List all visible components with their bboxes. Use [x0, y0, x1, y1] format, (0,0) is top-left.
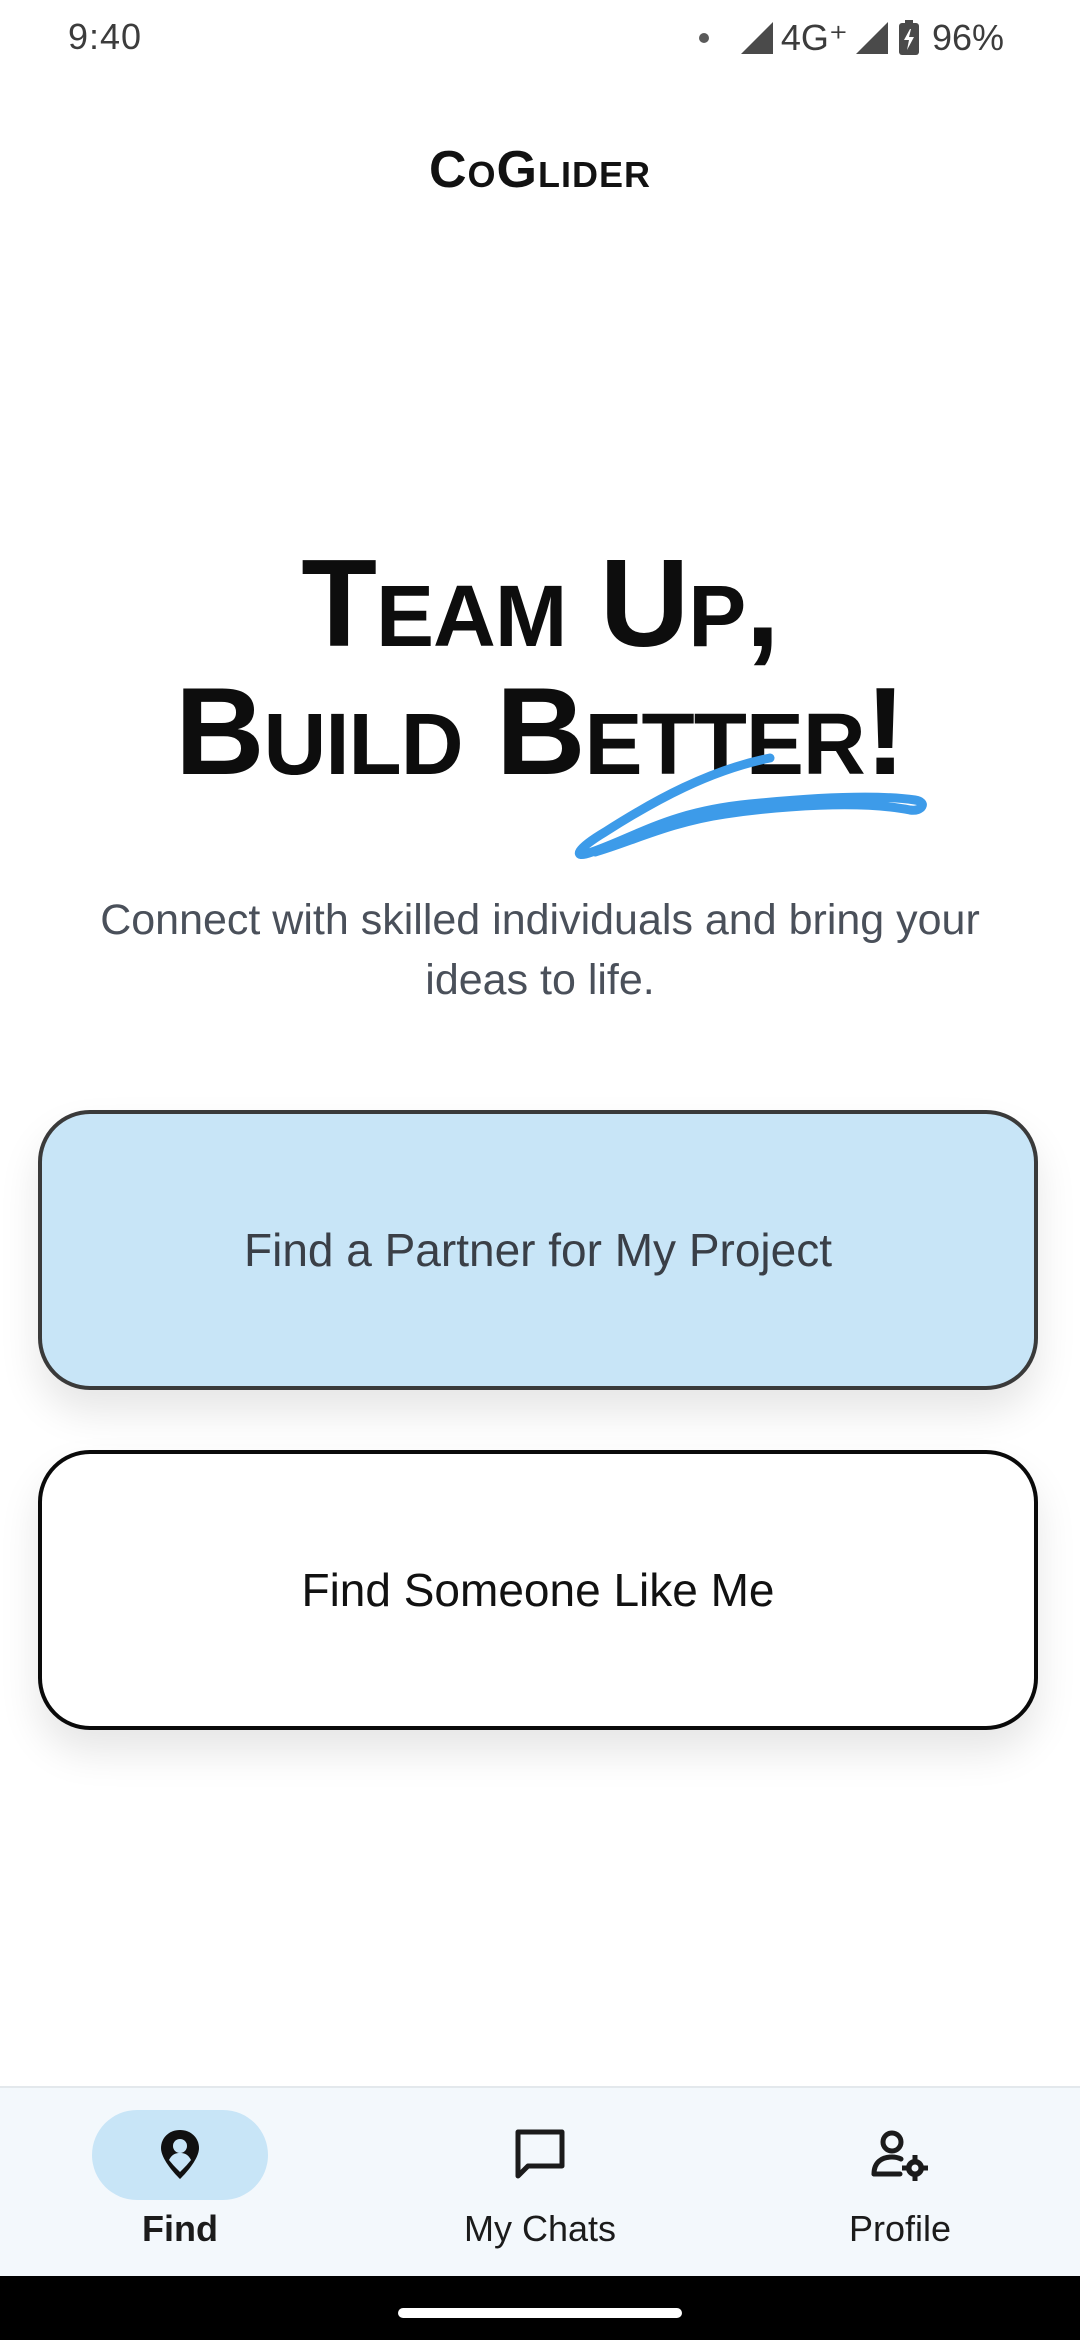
status-bar: 9:40 4G⁺ 96%	[0, 0, 1080, 78]
find-someone-like-me-button[interactable]: Find Someone Like Me	[38, 1450, 1038, 1730]
hero-line-1: Team Up,	[301, 535, 780, 673]
signal-icon	[740, 22, 773, 54]
bottom-navigation: Find My Chats Profile	[0, 2086, 1080, 2276]
home-gesture-handle[interactable]	[398, 2308, 682, 2318]
location-pin-icon	[161, 2130, 199, 2179]
hero-subtitle: Connect with skilled individuals and bri…	[100, 896, 980, 1004]
find-partner-label: Find a Partner for My Project	[244, 1224, 832, 1276]
nav-item-my-chats[interactable]: My Chats	[360, 2088, 720, 2278]
signal-icon-secondary	[855, 22, 888, 54]
swoosh-underline-decoration	[574, 753, 927, 859]
user-settings-icon	[871, 2130, 928, 2181]
nav-label-my-chats: My Chats	[463, 2208, 617, 2249]
chat-bubble-icon	[515, 2129, 565, 2179]
nav-label-find: Find	[142, 2208, 218, 2249]
network-type: 4G⁺	[780, 17, 848, 58]
system-gesture-area	[0, 2276, 1080, 2340]
find-partner-button[interactable]: Find a Partner for My Project	[38, 1110, 1038, 1390]
nav-label-profile: Profile	[848, 2208, 952, 2249]
status-icons: 4G⁺ 96%	[698, 16, 1004, 60]
find-someone-like-me-label: Find Someone Like Me	[301, 1564, 775, 1616]
nav-item-find[interactable]: Find	[0, 2088, 360, 2278]
nav-item-profile[interactable]: Profile	[720, 2088, 1080, 2278]
status-time: 9:40	[68, 16, 143, 57]
notification-dot-icon	[698, 33, 709, 43]
battery-level: 96%	[931, 17, 1004, 58]
battery-icon	[898, 20, 919, 55]
app-title: CoGlider	[428, 141, 651, 199]
